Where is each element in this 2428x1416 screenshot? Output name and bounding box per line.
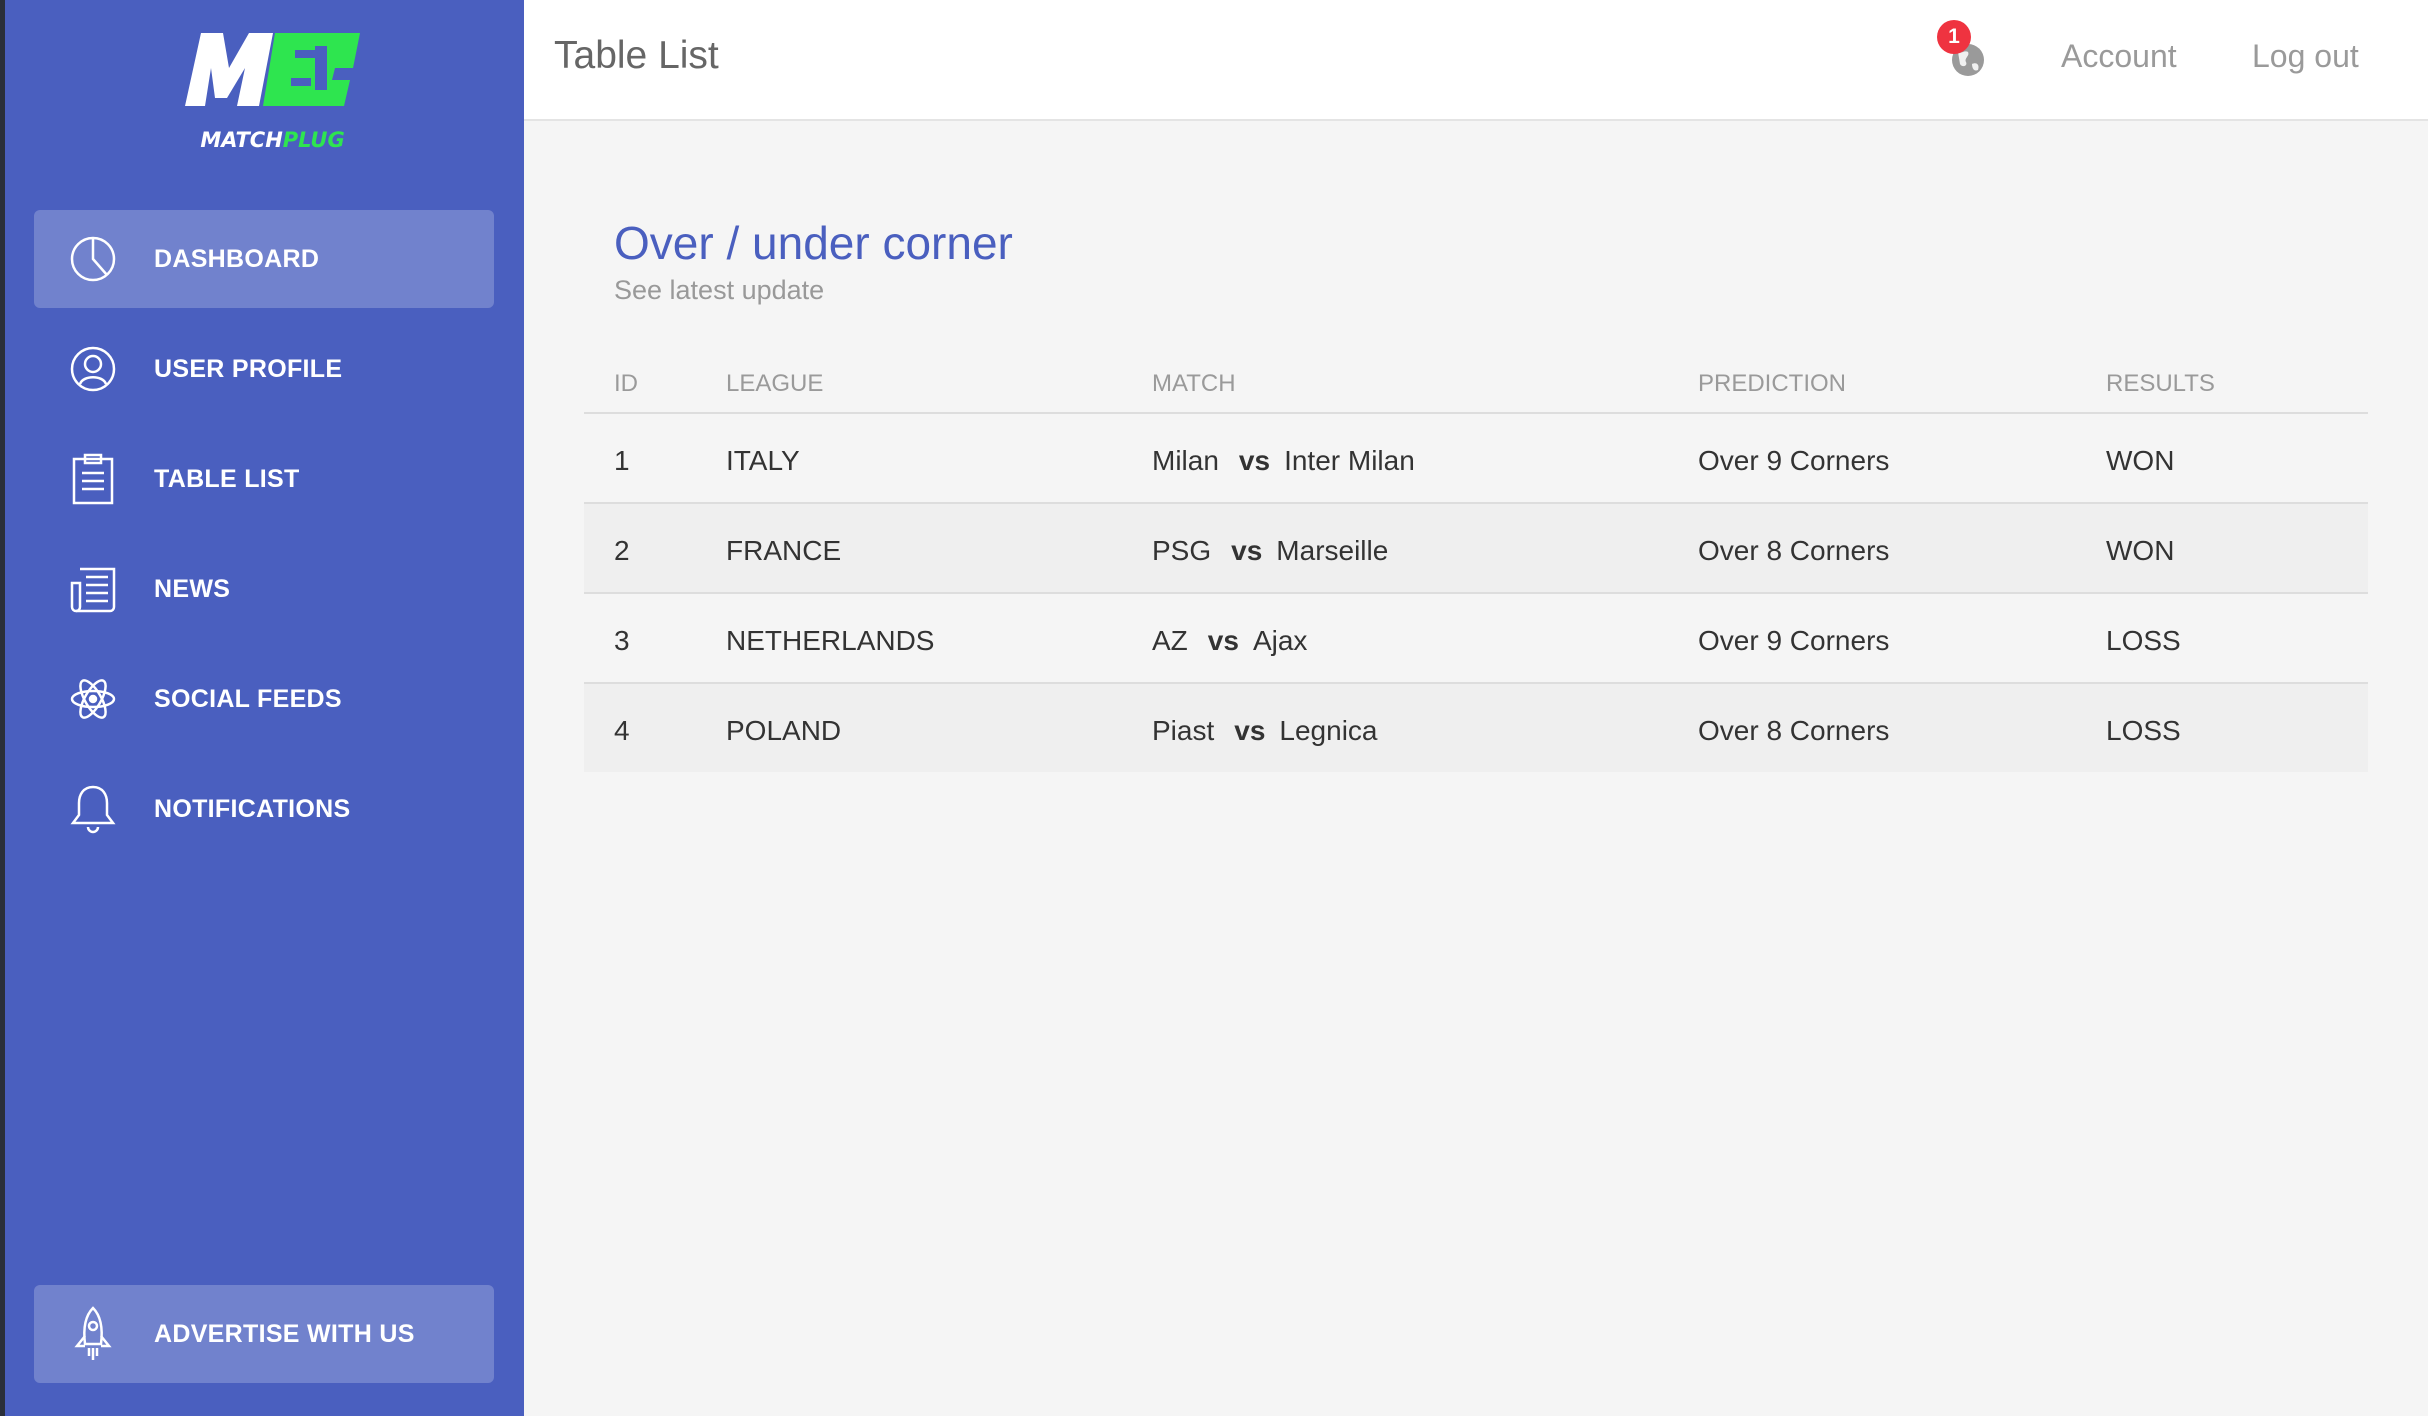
cell-prediction: Over 8 Corners: [1698, 535, 1890, 566]
card-subtitle: See latest update: [614, 275, 825, 305]
sidebar-item-label: TABLE LIST: [154, 464, 300, 493]
home-team: PSG: [1152, 535, 1212, 566]
rocket-icon: [68, 1306, 118, 1360]
bell-icon: [68, 784, 118, 834]
home-team: Milan: [1152, 445, 1219, 476]
user-icon: [68, 344, 118, 394]
cell-match: Milan vs Inter Milan: [1152, 445, 1415, 477]
cell-match: AZ vs Ajax: [1152, 625, 1307, 657]
logo-wordmark: MATCHPLUG: [200, 128, 345, 152]
sidebar-item-dashboard[interactable]: DASHBOARD: [34, 210, 494, 308]
away-team: Ajax: [1252, 625, 1308, 656]
column-header-id: ID: [614, 370, 638, 397]
cell-prediction: Over 8 Corners: [1698, 715, 1890, 746]
matchplug-logo[interactable]: MATCHPLUG: [175, 28, 370, 152]
vs-label: vs: [1207, 625, 1239, 656]
away-team: Inter Milan: [1284, 445, 1415, 476]
cell-league: ITALY: [726, 445, 800, 476]
cell-prediction: Over 9 Corners: [1698, 445, 1890, 476]
cell-match: Piast vs Legnica: [1152, 715, 1378, 747]
table-row: 3 NETHERLANDS AZ vs Ajax Over 9 Corners LO…: [584, 594, 2368, 684]
column-header-prediction: PREDICTION: [1698, 370, 1847, 397]
column-header-match: MATCH: [1152, 370, 1236, 397]
clipboard-icon: [68, 453, 118, 505]
sidebar-item-user-profile[interactable]: USER PROFILE: [34, 320, 494, 418]
home-team: AZ: [1152, 625, 1188, 656]
sidebar-item-table-list[interactable]: TABLE LIST: [34, 430, 494, 528]
cell-result: LOSS: [2106, 715, 2181, 746]
cell-league: POLAND: [726, 715, 842, 746]
cell-league: NETHERLANDS: [726, 625, 935, 656]
away-team: Legnica: [1279, 715, 1378, 746]
vs-label: vs: [1231, 535, 1263, 566]
sidebar-item-news[interactable]: NEWS: [34, 540, 494, 638]
pie-chart-icon: [68, 234, 118, 284]
vs-label: vs: [1238, 445, 1271, 476]
newspaper-icon: [68, 564, 118, 614]
cell-result: WON: [2106, 535, 2175, 566]
sidebar-item-label: DASHBOARD: [154, 244, 320, 273]
top-navbar: Table List 1 Account Log out: [524, 0, 2428, 121]
sidebar-item-label: USER PROFILE: [154, 354, 343, 383]
column-header-league: LEAGUE: [726, 370, 824, 397]
table-row: 2 FRANCE PSG vs Marseille Over 8 Corners W…: [584, 504, 2368, 594]
cell-match: PSG vs Marseille: [1152, 535, 1388, 567]
predictions-table: ID LEAGUE MATCH PREDICTION RESULTS 1 ITA…: [584, 350, 2368, 772]
sidebar-item-label: NEWS: [154, 574, 231, 603]
page-title: Table List: [554, 34, 719, 77]
atom-icon: [68, 674, 118, 724]
advertise-button[interactable]: ADVERTISE WITH US: [34, 1285, 494, 1383]
vs-label: vs: [1234, 715, 1266, 746]
table-header: ID LEAGUE MATCH PREDICTION RESULTS: [584, 350, 2368, 414]
sidebar-item-label: SOCIAL FEEDS: [154, 684, 342, 713]
cell-prediction: Over 9 Corners: [1698, 625, 1890, 656]
logo-mark-icon: [185, 33, 360, 106]
sidebar: MATCHPLUG DASHBOARD USER PROFILE TABLE L…: [5, 0, 524, 1416]
away-team: Marseille: [1276, 535, 1389, 566]
cell-result: LOSS: [2106, 625, 2181, 656]
table-row: 4 POLAND Piast vs Legnica Over 8 Corners L…: [584, 684, 2368, 772]
cell-id: 4: [614, 715, 630, 746]
cell-id: 2: [614, 535, 630, 566]
account-link[interactable]: Account: [2061, 38, 2177, 75]
sidebar-item-social-feeds[interactable]: SOCIAL FEEDS: [34, 650, 494, 748]
column-header-results: RESULTS: [2106, 370, 2215, 397]
card-title: Over / under corner: [614, 217, 1013, 269]
logout-link[interactable]: Log out: [2252, 38, 2359, 75]
advertise-label: ADVERTISE WITH US: [154, 1319, 415, 1348]
cell-id: 3: [614, 625, 630, 656]
notification-badge: 1: [1937, 20, 1971, 54]
home-team: Piast: [1152, 715, 1215, 746]
cell-league: FRANCE: [726, 535, 842, 566]
table-row: 1 ITALY Milan vs Inter Milan Over 9 Corner…: [584, 414, 2368, 504]
cell-id: 1: [614, 445, 630, 476]
cell-result: WON: [2106, 445, 2175, 476]
sidebar-item-label: NOTIFICATIONS: [154, 794, 351, 823]
sidebar-item-notifications[interactable]: NOTIFICATIONS: [34, 760, 494, 858]
